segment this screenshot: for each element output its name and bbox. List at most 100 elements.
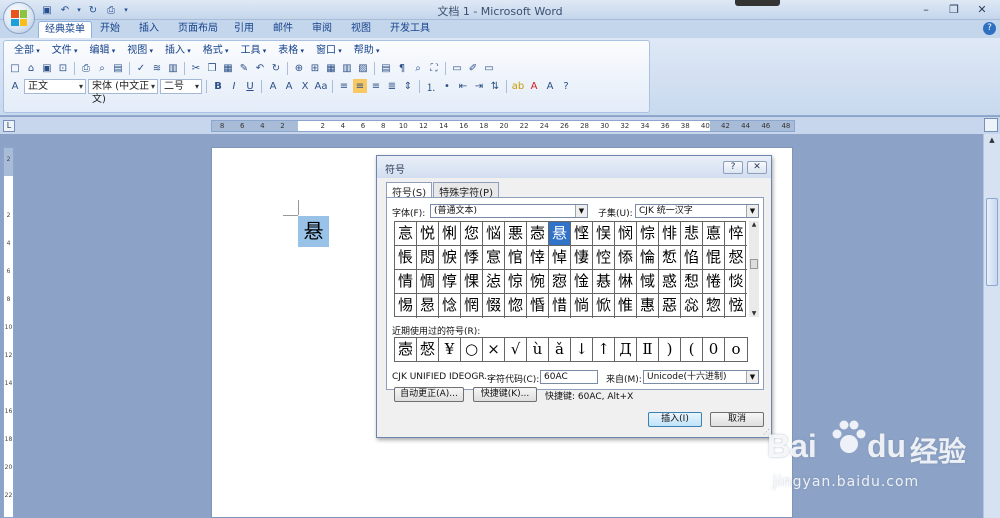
show-hide-icon[interactable]: ¶ (395, 61, 409, 75)
symbol-cell[interactable]: 悱 (659, 222, 681, 246)
symbol-cell[interactable]: 悾 (593, 246, 615, 270)
symbol-cell[interactable]: 惄 (725, 246, 747, 270)
symbol-cell[interactable]: 惃 (703, 246, 725, 270)
recent-symbol-cell[interactable]: ↓ (571, 338, 593, 361)
symbol-grid-scrollbar[interactable]: ▲ ▼ (749, 221, 759, 317)
char-scale-icon[interactable]: X (298, 79, 312, 93)
menu-window[interactable]: 窗口 (310, 43, 348, 59)
symbol-cell[interactable]: 惕 (395, 294, 417, 318)
scroll-thumb[interactable] (750, 259, 758, 269)
menu-table[interactable]: 表格 (272, 43, 310, 59)
from-combo[interactable]: Unicode(十六进制) ▼ (643, 370, 759, 384)
symbol-cell[interactable]: 悴 (725, 222, 747, 246)
scroll-thumb[interactable] (986, 198, 998, 286)
symbol-cell[interactable]: 惋 (527, 270, 549, 294)
office-button[interactable] (3, 2, 35, 34)
help-circle-icon[interactable]: ? (559, 79, 573, 93)
symbol-cell[interactable]: 惖 (417, 294, 439, 318)
research-icon[interactable]: ≋ (150, 61, 164, 75)
symbol-cell[interactable]: 惐 (637, 270, 659, 294)
bullets-icon[interactable]: • (440, 79, 454, 93)
chevron-down-icon[interactable]: ▼ (746, 205, 758, 217)
symbol-cell[interactable]: 悺 (505, 246, 527, 270)
symbol-cell[interactable]: 悸 (461, 246, 483, 270)
tab-classic-menu[interactable]: 经典菜单 (38, 21, 92, 38)
menu-all[interactable]: 全部 (8, 43, 46, 59)
symbol-cell[interactable]: 惉 (483, 270, 505, 294)
symbol-cell[interactable]: 惟 (615, 294, 637, 318)
tab-symbols[interactable]: 符号(S) (386, 182, 433, 199)
symbol-cell[interactable]: 悽 (571, 246, 593, 270)
document-map-icon[interactable]: ▤ (379, 61, 393, 75)
symbol-cell[interactable]: 惗 (439, 294, 461, 318)
symbol-cell[interactable]: 您 (461, 222, 483, 246)
chevron-down-icon[interactable]: ▼ (575, 205, 587, 217)
symbol-cell[interactable]: 惌 (549, 270, 571, 294)
symbol-cell[interactable]: 惏 (615, 270, 637, 294)
symbol-cell[interactable]: 惣 (703, 294, 725, 318)
selected-text[interactable]: 悬 (298, 216, 329, 247)
char-shading-icon[interactable]: A (282, 79, 296, 93)
increase-indent-icon[interactable]: ⇥ (472, 79, 486, 93)
decrease-indent-icon[interactable]: ⇤ (456, 79, 470, 93)
horizontal-ruler[interactable]: 8 6 4 2 2 4 6 8 10 12 14 16 18 20 22 24 26 28 30 32 34 36 38 40… (211, 120, 795, 132)
symbol-cell[interactable]: 惠 (637, 294, 659, 318)
copy-icon[interactable]: ❐ (205, 61, 219, 75)
symbol-cell[interactable]: 悫 (527, 222, 549, 246)
tab-insert[interactable]: 插入 (133, 21, 165, 38)
dialog-help-button[interactable]: ? (723, 161, 743, 174)
symbol-cell[interactable]: 悩 (483, 222, 505, 246)
font-combo[interactable]: (普通文本) ▼ (430, 204, 588, 218)
tab-review[interactable]: 审阅 (306, 21, 338, 38)
symbol-cell[interactable]: 悭 (571, 222, 593, 246)
tab-references[interactable]: 引用 (228, 21, 260, 38)
insert-button[interactable]: 插入(I) (648, 412, 702, 427)
symbol-cell[interactable]: 悳 (703, 222, 725, 246)
chevron-down-icon[interactable]: ▼ (746, 371, 758, 383)
symbol-cell[interactable]: 悧 (439, 222, 461, 246)
symbol-cell[interactable]: 惝 (571, 294, 593, 318)
scroll-up-icon[interactable]: ▲ (749, 221, 759, 228)
drawing-icon[interactable]: ▨ (356, 61, 370, 75)
symbol-cell[interactable]: 惂 (681, 246, 703, 270)
symbol-cell[interactable]: 惤 (725, 294, 747, 318)
translate-icon[interactable]: ▥ (166, 61, 180, 75)
tab-home[interactable]: 开始 (94, 21, 126, 38)
more-icon[interactable]: ▭ (482, 61, 496, 75)
symbol-cell[interactable]: 惛 (527, 294, 549, 318)
scroll-down-icon[interactable]: ▼ (749, 310, 759, 317)
spelling-icon[interactable]: ✓ (134, 61, 148, 75)
autocorrect-button[interactable]: 自动更正(A)... (394, 387, 464, 402)
restore-icon[interactable]: ❐ (940, 0, 968, 18)
recent-symbols-list[interactable]: 悫惄 ¥ ○ × √ ù ǎ ↓ ↑ Д Ⅱ)(0 o (394, 337, 748, 362)
redo-icon[interactable]: ↻ (269, 61, 283, 75)
symbol-cell[interactable]: 惔 (725, 270, 747, 294)
recent-symbol-cell[interactable]: Ⅱ (637, 338, 659, 361)
symbol-cell[interactable]: 惍 (571, 270, 593, 294)
help-icon[interactable]: ? (983, 22, 996, 35)
symbol-cell[interactable]: 惘 (461, 294, 483, 318)
recent-symbol-cell[interactable]: 惄 (417, 338, 439, 361)
symbol-cell[interactable]: 惀 (637, 246, 659, 270)
menu-format[interactable]: 格式 (197, 43, 235, 59)
font-select[interactable]: 宋体 (中文正文) (88, 78, 158, 105)
format-painter-icon[interactable]: ✎ (237, 61, 251, 75)
tab-page-layout[interactable]: 页面布局 (172, 21, 224, 38)
align-right-icon[interactable]: ≡ (369, 79, 383, 93)
recent-symbol-cell[interactable]: ¥ (439, 338, 461, 361)
symbol-grid[interactable]: 悥悦悧您悩悪悫悬悭悮悯悰悱悲悳悴悵悶悷悸悹悺悻悼悽悾悿惀惁惂惃惄情惆惇惈惉惊惋惌… (394, 221, 747, 318)
font-size-select[interactable]: 二号 (160, 78, 202, 94)
symbol-cell[interactable]: 情 (395, 270, 417, 294)
highlight-icon[interactable]: ✐ (466, 61, 480, 75)
tab-mailings[interactable]: 邮件 (267, 21, 299, 38)
menu-view[interactable]: 视图 (121, 43, 159, 59)
new-icon[interactable]: □ (8, 61, 22, 75)
menu-insert[interactable]: 插入 (159, 43, 197, 59)
symbol-cell[interactable]: 悷 (439, 246, 461, 270)
subset-combo[interactable]: CJK 统一汉字 ▼ (635, 204, 759, 218)
italic-icon[interactable]: I (227, 79, 241, 93)
symbol-cell[interactable]: 惚 (505, 294, 527, 318)
print-icon[interactable]: ⎙ (79, 61, 93, 75)
dialog-close-button[interactable]: ✕ (747, 161, 767, 174)
fullscreen-icon[interactable]: ⛶ (427, 61, 441, 75)
